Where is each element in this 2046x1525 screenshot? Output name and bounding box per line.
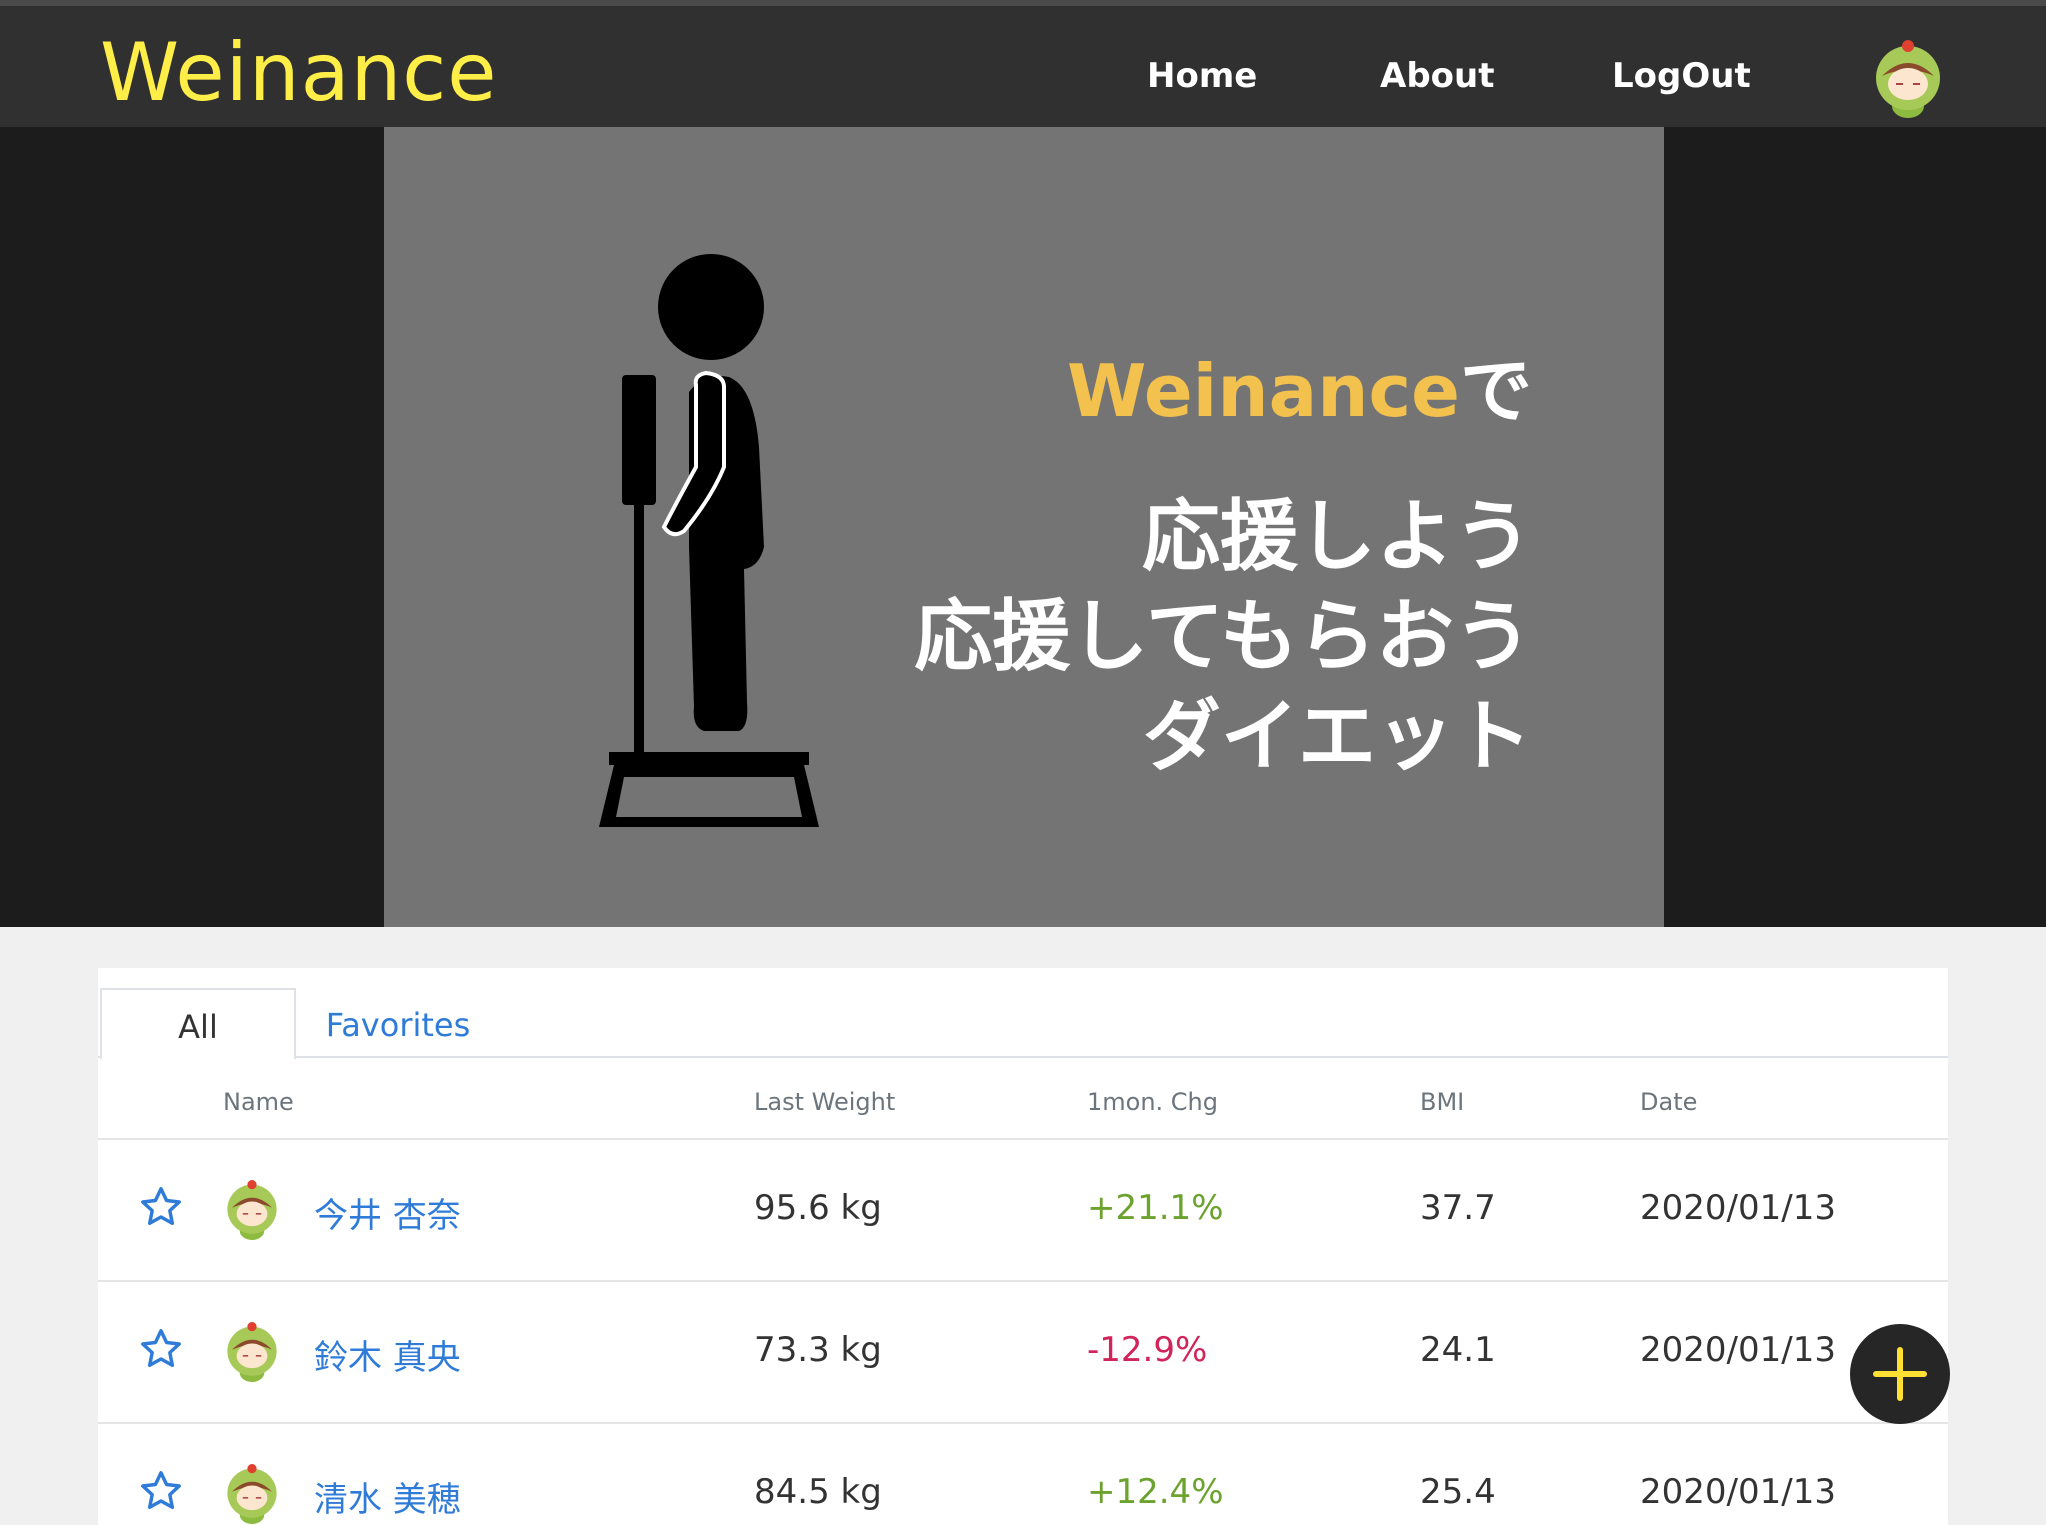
bmi-value: 25.4 [1420,1472,1496,1512]
plus-icon [1873,1347,1927,1401]
person-on-scale-illustration [599,254,819,827]
record-date: 2020/01/13 [1640,1330,1836,1370]
star-outline-icon[interactable] [138,1468,184,1514]
hero-title-suffix: で [1459,349,1532,433]
table-row[interactable]: 今井 杏奈 95.6 kg +21.1% 37.7 2020/01/13 [98,1140,1948,1282]
user-avatar-icon[interactable] [1872,40,1944,118]
tab-bar: All Favorites [98,968,1948,1060]
last-weight: 73.3 kg [754,1330,882,1370]
kappa-avatar-icon [227,1180,277,1240]
nav-home-link[interactable]: Home [1147,56,1257,96]
brand-logo[interactable]: Weinance [100,26,498,119]
bmi-value: 37.7 [1420,1188,1496,1228]
hero-line: 応援しよう [1141,492,1532,582]
monthly-change: +21.1% [1087,1188,1224,1228]
hero-line: ダイエット [1142,692,1532,782]
column-header-bmi[interactable]: BMI [1420,1088,1464,1116]
monthly-change: +12.4% [1087,1472,1224,1512]
column-header-last-weight[interactable]: Last Weight [754,1088,895,1116]
nav-about-link[interactable]: About [1380,56,1494,96]
nav-logout-link[interactable]: LogOut [1612,56,1751,96]
navbar: Weinance Home About LogOut [0,0,2046,127]
table-row[interactable]: 清水 美穂 84.5 kg +12.4% 25.4 2020/01/13 [98,1424,1948,1525]
hero-panel: Weinanceで 応援しよう 応援してもらおう ダイエット [384,127,1664,927]
star-outline-icon[interactable] [138,1326,184,1372]
add-record-button[interactable] [1850,1324,1950,1424]
bmi-value: 24.1 [1420,1330,1496,1370]
user-name-link[interactable]: 鈴木 真央 [314,1330,461,1379]
table-header: Name Last Weight 1mon. Chg BMI Date [98,1060,1948,1140]
hero-banner: Weinanceで 応援しよう 応援してもらおう ダイエット [0,127,2046,927]
tab-favorites[interactable]: Favorites [298,988,498,1060]
hero-line: 応援してもらおう [914,592,1532,682]
hero-title: Weinanceで [1067,332,1532,437]
record-date: 2020/01/13 [1640,1472,1836,1512]
column-header-name[interactable]: Name [223,1088,294,1116]
last-weight: 84.5 kg [754,1472,882,1512]
kappa-avatar-icon [227,1322,277,1382]
user-name-link[interactable]: 今井 杏奈 [314,1188,461,1237]
table-row[interactable]: 鈴木 真央 73.3 kg -12.9% 24.1 2020/01/13 [98,1282,1948,1424]
hero-tagline: 応援しよう 応援してもらおう ダイエット [914,487,1532,787]
record-date: 2020/01/13 [1640,1188,1836,1228]
monthly-change: -12.9% [1087,1330,1208,1370]
users-card: All Favorites Name Last Weight 1mon. Chg… [98,968,1948,1525]
last-weight: 95.6 kg [754,1188,882,1228]
user-name-link[interactable]: 清水 美穂 [314,1472,461,1521]
tab-all[interactable]: All [100,988,296,1060]
column-header-date[interactable]: Date [1640,1088,1697,1116]
kappa-avatar-icon [227,1464,277,1524]
star-outline-icon[interactable] [138,1184,184,1230]
column-header-change[interactable]: 1mon. Chg [1087,1088,1218,1116]
hero-title-accent: Weinance [1067,349,1460,433]
